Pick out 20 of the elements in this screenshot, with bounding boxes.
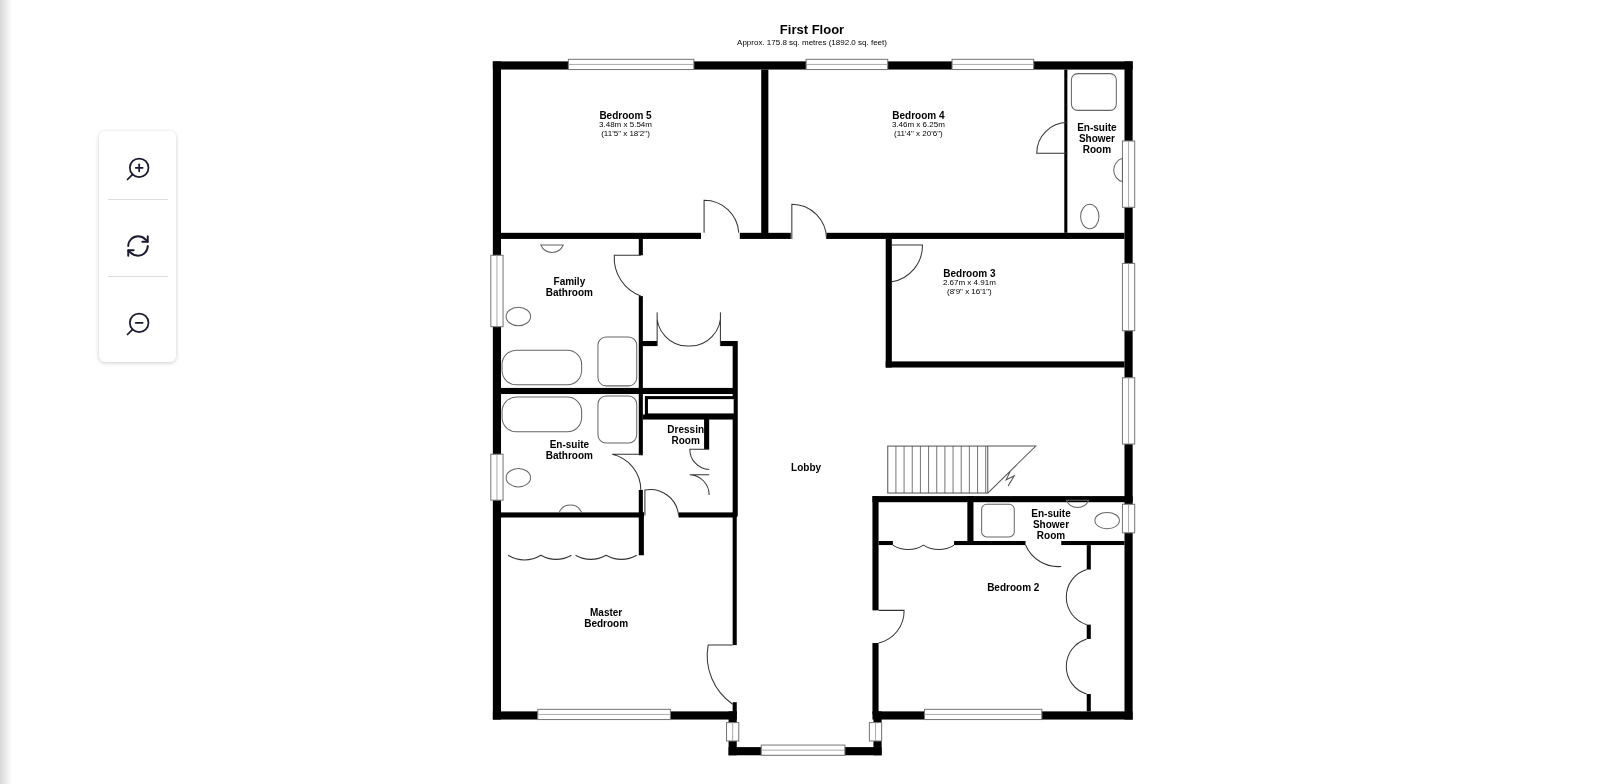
room-dimensions: 3.46m x 6.25m [891,121,945,130]
room-name: Bedroom 4 [892,110,945,122]
room-name: Lobby [791,462,822,474]
room-dimensions-imperial: (8'9" x 16'1") [947,288,992,297]
room-name: Bedroom 3 [943,268,996,280]
room-name: En-suite Shower Room [1030,508,1072,542]
room-name: Bedroom 2 [987,581,1040,593]
floor-plan-title: First Floor [779,22,845,39]
room-name: Master Bedroom [583,607,630,630]
room-name: En-suite Bathroom [544,438,594,461]
room-dimensions-imperial: (11'4" x 20'6") [894,130,943,139]
room-name: En-suite Shower Room [1076,122,1118,156]
room-name: Family Bathroom [544,275,594,298]
room-dimensions-imperial: (11'5" x 18'2") [601,130,650,139]
room-dimensions: 2.67m x 4.91m [942,279,996,289]
floor-area-text: Approx. 175.8 sq. metres (1892.0 sq. feet) [737,38,887,49]
room-name: Bedroom 5 [599,110,652,122]
room-name: Dressin Room [666,424,706,447]
room-dimensions: 3.48m x 5.54m [599,121,652,130]
rotate-icon [124,233,151,259]
